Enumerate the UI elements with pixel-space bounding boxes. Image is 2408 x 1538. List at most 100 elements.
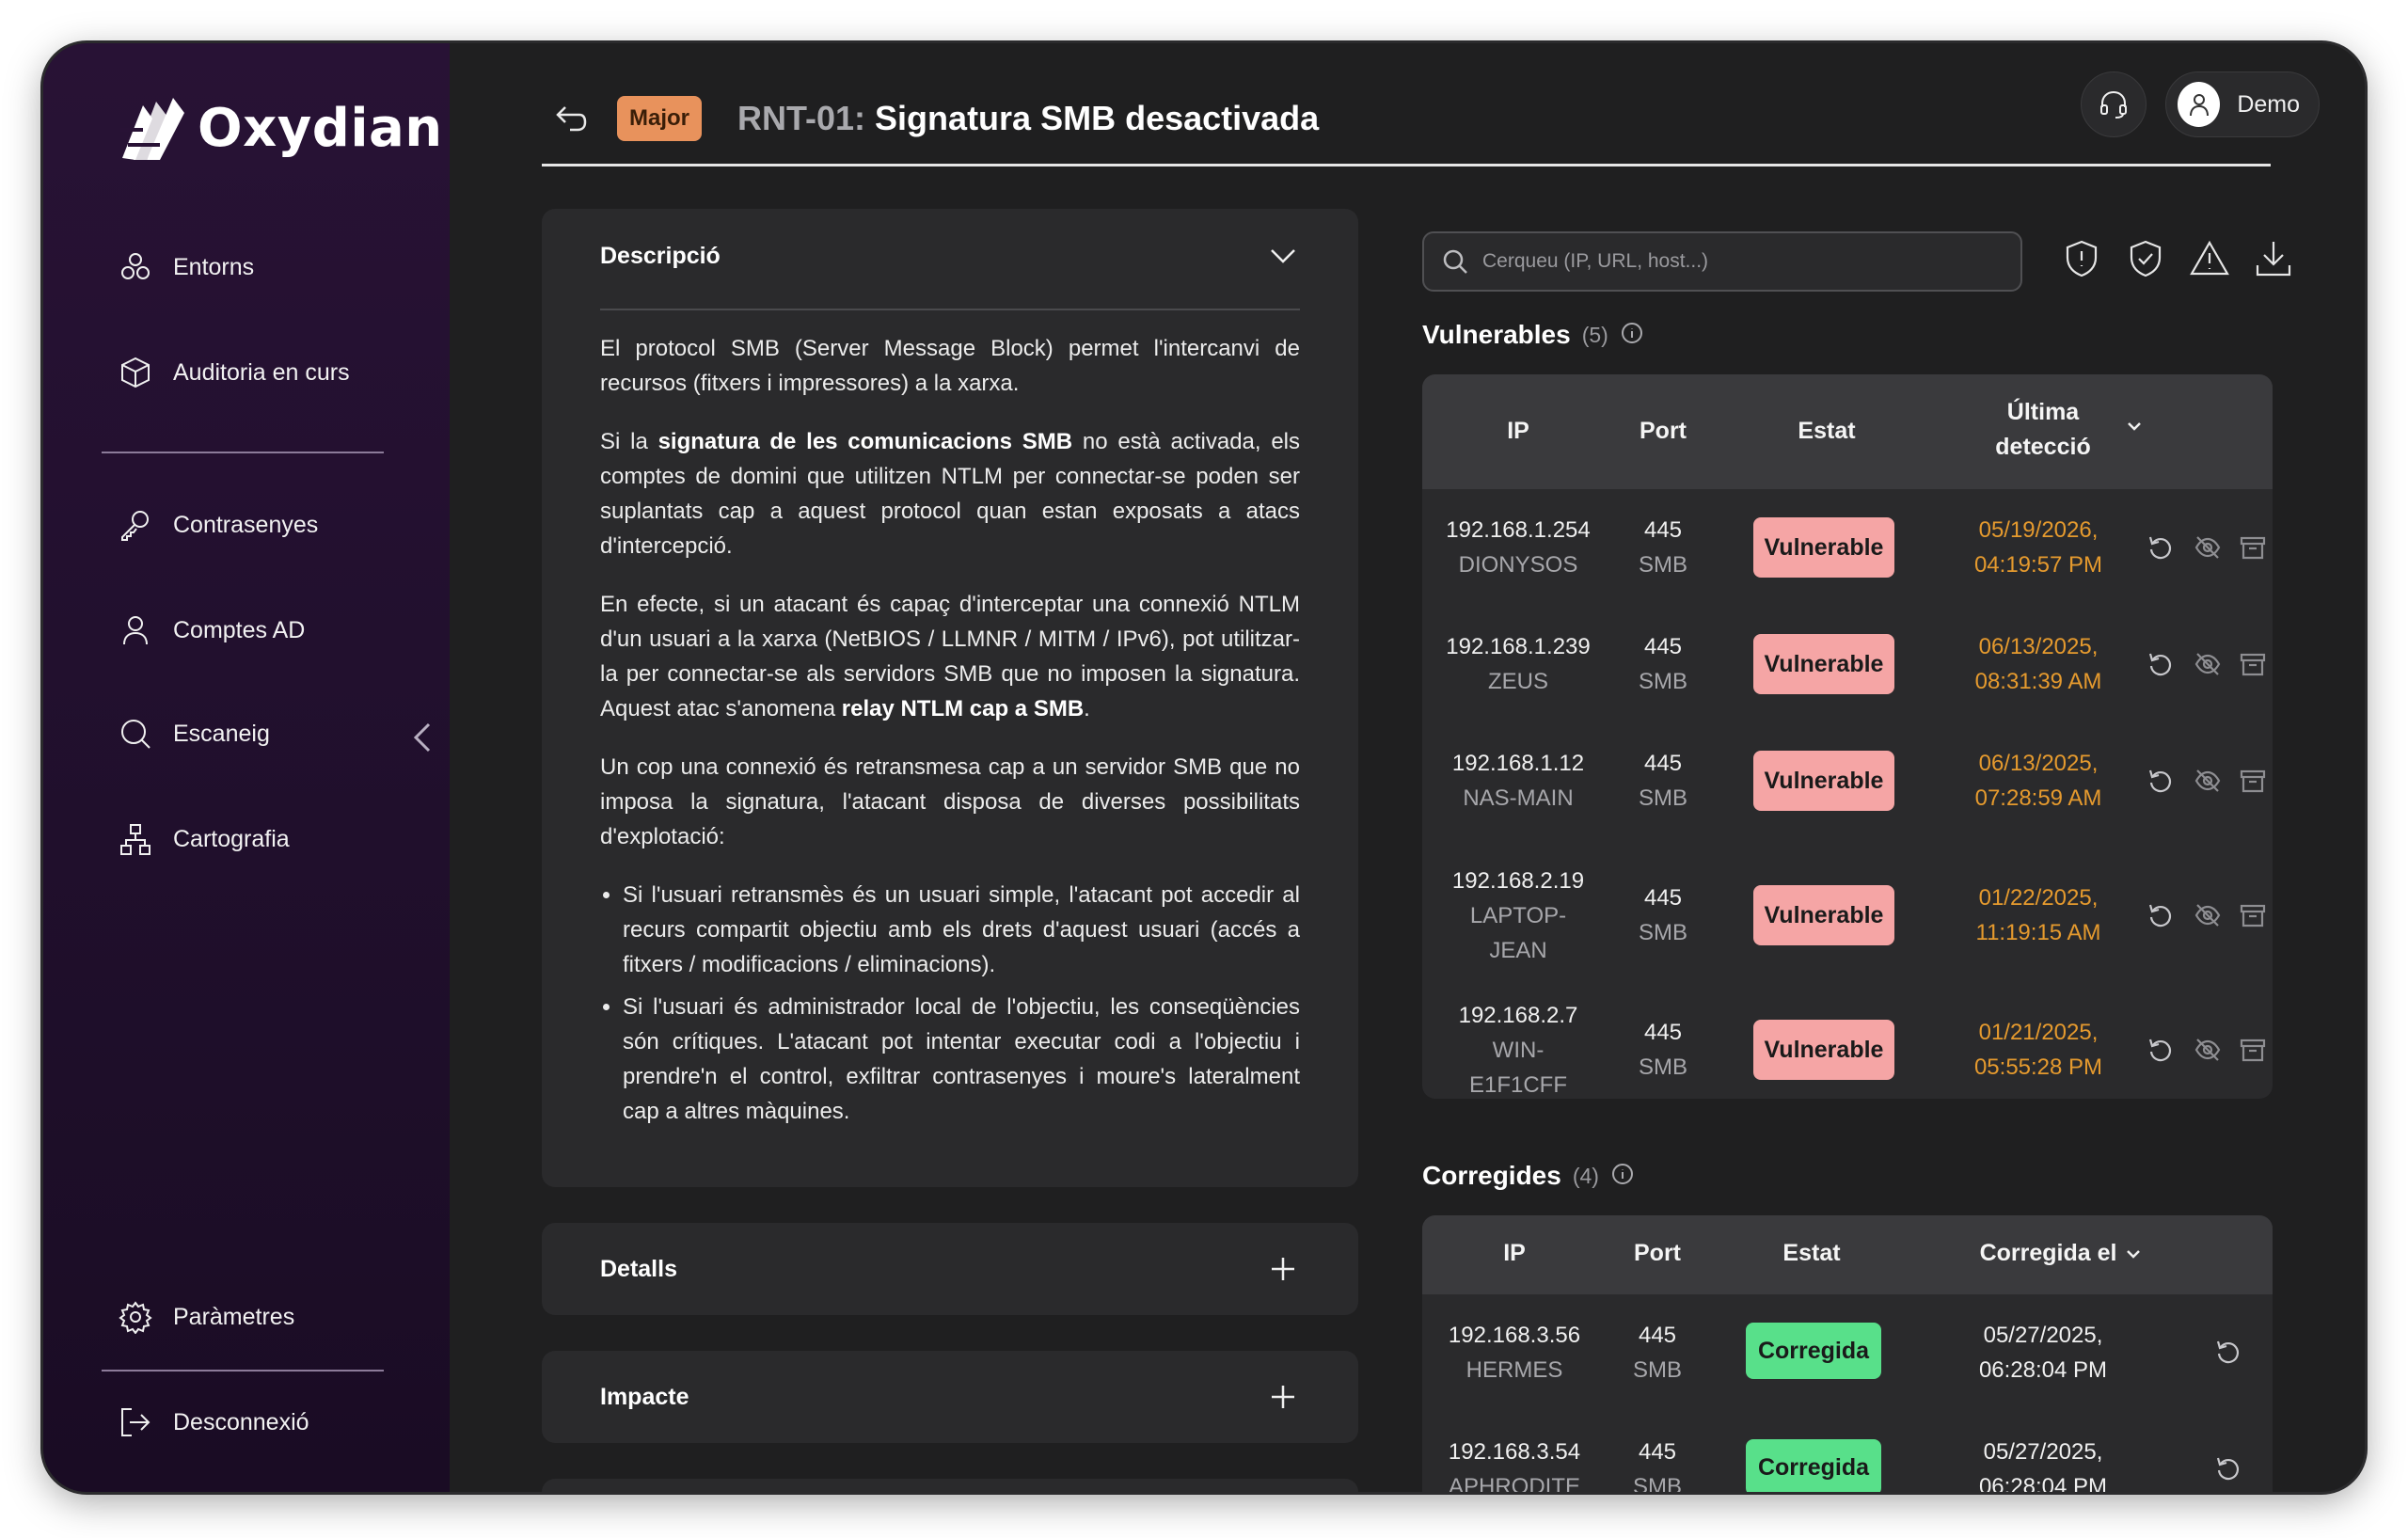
column-port[interactable]: Port <box>1624 414 1703 449</box>
search-icon <box>121 720 150 749</box>
column-ip[interactable]: IP <box>1479 414 1558 449</box>
details-header[interactable]: Detalls <box>600 1248 1300 1290</box>
archive-icon[interactable] <box>2239 901 2269 931</box>
support-button[interactable] <box>2081 71 2147 137</box>
list-item: Si l'usuari retransmès és un usuari simp… <box>623 878 1300 982</box>
port-cell: 445 SMB <box>1616 629 1710 699</box>
description-card: Descripció El protocol SMB (Server Messa… <box>542 209 1358 1187</box>
eye-off-icon[interactable] <box>2194 650 2224 680</box>
description-divider <box>600 309 1300 310</box>
column-corrected-date[interactable]: Corregida el <box>1949 1236 2175 1271</box>
details-card[interactable]: Detalls <box>542 1223 1358 1315</box>
ip-address: 192.168.1.239 <box>1446 634 1591 659</box>
info-icon[interactable] <box>1620 321 1644 350</box>
key-icon <box>121 511 149 541</box>
protocol: SMB <box>1638 669 1687 694</box>
sidebar-item-parametres[interactable]: Paràmetres <box>119 1300 294 1334</box>
severity-badge: Major <box>617 96 703 141</box>
refresh-icon[interactable] <box>2214 1454 2244 1484</box>
refresh-icon[interactable] <box>2147 1036 2177 1066</box>
port-cell: 445 SMB <box>1610 1435 1704 1492</box>
filter-shield-check-button[interactable] <box>2124 237 2169 282</box>
refresh-icon[interactable] <box>2147 901 2177 931</box>
sidebar-item-label: Contrasenyes <box>173 511 319 538</box>
ip-cell: 192.168.3.54 APHRODITE <box>1428 1435 1601 1492</box>
eye-off-icon[interactable] <box>2194 533 2224 563</box>
table-row: 192.168.1.254 DIONYSOS 445 SMB Vulnerable 05/… <box>1422 489 2273 606</box>
port-number: 445 <box>1643 751 1683 776</box>
user-icon <box>123 616 148 645</box>
protocol: SMB <box>1632 1357 1682 1383</box>
port-cell: 445 SMB <box>1610 1318 1704 1387</box>
port-number: 445 <box>1638 1439 1677 1465</box>
archive-icon[interactable] <box>2239 650 2269 680</box>
sidebar-item-comptes-ad[interactable]: Comptes AD <box>119 613 305 647</box>
archive-icon[interactable] <box>2239 767 2269 797</box>
impact-header[interactable]: Impacte <box>600 1376 1300 1418</box>
search-box[interactable] <box>1422 231 2022 292</box>
undo-arrow-icon <box>556 106 587 132</box>
description-paragraph: En efecte, si un atacant és capaç d'inte… <box>600 592 1300 721</box>
description-paragraph: Un cop una connexió és retransmesa cap a… <box>600 754 1300 849</box>
detection-time: 11:19:15 AM <box>1975 920 2101 945</box>
back-button[interactable] <box>551 100 594 143</box>
logout-icon <box>121 1408 150 1436</box>
description-header[interactable]: Descripció <box>600 235 1300 277</box>
detection-date: 01/21/2025, <box>1978 1020 2099 1045</box>
last-detection-cell: 06/13/2025, 07:28:59 AM <box>1940 746 2137 816</box>
collapse-sidebar-button[interactable] <box>408 719 436 756</box>
user-menu-button[interactable]: Demo <box>2165 71 2320 137</box>
last-detection-cell: 01/21/2025, 05:55:28 PM <box>1940 1015 2137 1085</box>
detection-date: 01/22/2025, <box>1978 885 2099 911</box>
column-ip[interactable]: IP <box>1475 1236 1554 1271</box>
shield-alert-icon <box>2066 240 2098 277</box>
chevron-down-icon[interactable] <box>2123 1240 2144 1266</box>
search-input[interactable] <box>1482 250 2009 273</box>
download-button[interactable] <box>2252 237 2297 282</box>
impact-card[interactable]: Impacte <box>542 1351 1358 1443</box>
next-card <box>542 1479 1358 1492</box>
sidebar-item-desconnexio[interactable]: Desconnexió <box>119 1405 309 1439</box>
sidebar-item-contrasenyes[interactable]: Contrasenyes <box>119 508 318 542</box>
refresh-icon[interactable] <box>2214 1338 2244 1368</box>
sort-chevron-icon[interactable] <box>2124 408 2145 443</box>
sidebar-item-auditoria[interactable]: Auditoria en curs <box>119 356 350 389</box>
column-status[interactable]: Estat <box>1770 414 1883 449</box>
filter-warning-button[interactable] <box>2188 237 2233 282</box>
refresh-icon[interactable] <box>2147 650 2177 680</box>
oxydian-logo-icon <box>120 98 184 160</box>
sidebar-item-cartografia[interactable]: Cartografia <box>119 822 290 856</box>
table-row: 192.168.1.12 NAS-MAIN 445 SMB Vulnerable 06/1… <box>1422 722 2273 839</box>
refresh-icon[interactable] <box>2147 767 2177 797</box>
archive-icon[interactable] <box>2239 533 2269 563</box>
logo[interactable]: Oxydian <box>115 92 443 164</box>
plus-icon[interactable] <box>1266 1252 1300 1286</box>
info-icon[interactable] <box>1610 1162 1635 1191</box>
chevron-down-icon[interactable] <box>1266 239 1300 273</box>
last-detection-cell: 06/13/2025, 08:31:39 AM <box>1940 629 2137 699</box>
eye-off-icon[interactable] <box>2194 901 2224 931</box>
eye-off-icon[interactable] <box>2194 1036 2224 1066</box>
plus-icon[interactable] <box>1266 1380 1300 1414</box>
corrected-time: 06:28:04 PM <box>1978 1474 2108 1492</box>
column-status[interactable]: Estat <box>1755 1236 1868 1271</box>
eye-off-icon[interactable] <box>2194 767 2224 797</box>
table-row: 192.168.3.56 HERMES 445 SMB Corregida 05/27/2… <box>1422 1294 2273 1411</box>
column-last-detection[interactable]: Última detecció <box>1949 395 2141 465</box>
sidebar-item-escaneig[interactable]: Escaneig <box>119 717 270 751</box>
finding-code: RNT-01: <box>737 99 866 137</box>
sidebar-item-label: Escaneig <box>173 720 270 747</box>
archive-icon[interactable] <box>2239 1036 2269 1066</box>
ip-cell: 192.168.1.254 DIONYSOS <box>1432 513 1605 582</box>
download-icon <box>2256 242 2291 277</box>
ip-address: 192.168.2.7 <box>1458 1002 1578 1028</box>
sidebar-item-entorns[interactable]: Entorns <box>119 250 254 284</box>
column-port[interactable]: Port <box>1618 1236 1697 1271</box>
refresh-icon[interactable] <box>2147 533 2177 563</box>
hostname: NAS-MAIN <box>1463 785 1574 811</box>
sidebar-item-label: Cartografia <box>173 825 290 852</box>
filter-shield-alert-button[interactable] <box>2060 237 2105 282</box>
table-row: 192.168.1.239 ZEUS 445 SMB Vulnerable 06/13/2… <box>1422 606 2273 722</box>
sidebar-divider <box>102 452 384 453</box>
hostname: WIN- <box>1492 1037 1545 1063</box>
